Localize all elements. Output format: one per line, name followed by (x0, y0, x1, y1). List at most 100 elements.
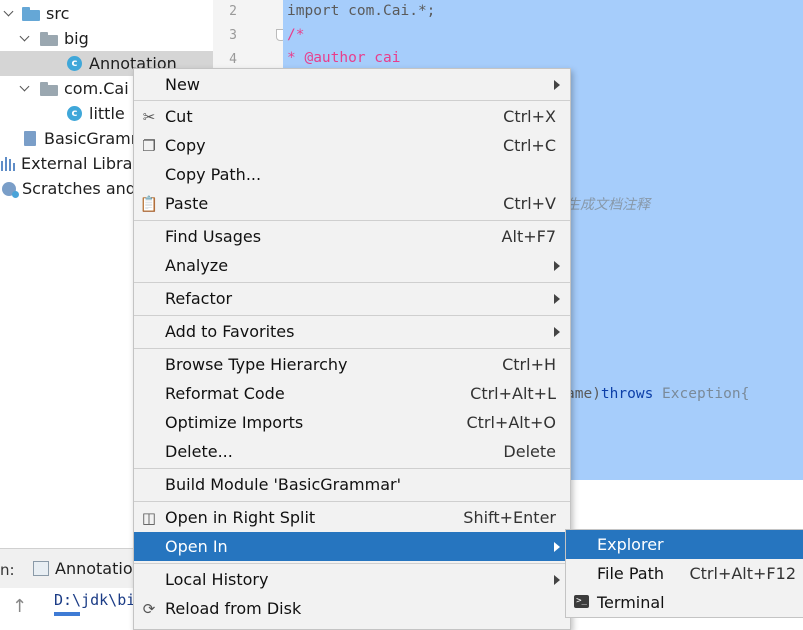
chevron-down-icon[interactable] (4, 8, 16, 20)
code-throws-keyword: throws (600, 386, 654, 402)
menu-item-label: Local History (165, 570, 269, 589)
submenu-item-file-path[interactable]: File Path Ctrl+Alt+F12 (566, 559, 803, 588)
run-label: n: (0, 561, 15, 579)
code-doc-comment: 生成文档注释 (566, 197, 650, 213)
menu-item-label: Refactor (165, 289, 233, 308)
menu-separator (134, 348, 570, 349)
tree-item-label: src (46, 4, 70, 23)
menu-item-copy-path[interactable]: Copy Path... (134, 160, 570, 189)
submenu-arrow-icon (554, 575, 560, 585)
console-output: D:\jdk\bi (54, 591, 136, 609)
menu-item-delete[interactable]: Delete... Delete (134, 437, 570, 466)
submenu-item-explorer[interactable]: Explorer (566, 530, 803, 559)
tree-item-label: External Librari (21, 154, 144, 173)
menu-item-shortcut: Ctrl+X (503, 107, 556, 126)
submenu-item-terminal[interactable]: >_ Terminal (566, 588, 803, 617)
line-number: 3 (229, 28, 237, 43)
menu-item-shortcut: Ctrl+C (502, 136, 556, 155)
menu-item-reformat-code[interactable]: Reformat Code Ctrl+Alt+L (134, 379, 570, 408)
menu-item-label: Build Module 'BasicGrammar' (165, 475, 402, 494)
code-method-signature: ame)throws Exception{ (566, 386, 749, 402)
code-comment-open: /* (287, 27, 305, 43)
menu-item-label: Paste (165, 194, 209, 213)
menu-item-label: Cut (165, 107, 193, 126)
module-file-icon (24, 131, 36, 146)
menu-item-label: New (165, 75, 200, 94)
submenu-arrow-icon (554, 327, 560, 337)
menu-separator (134, 220, 570, 221)
menu-item-label: Browse Type Hierarchy (165, 355, 348, 374)
menu-item-shortcut: Ctrl+Alt+L (470, 384, 556, 403)
chevron-down-icon[interactable] (20, 83, 32, 95)
menu-item-find-usages[interactable]: Find Usages Alt+F7 (134, 222, 570, 251)
code-exception-type: Exception{ (653, 386, 750, 402)
package-folder-icon (40, 81, 58, 96)
menu-item-label: Open In (165, 537, 228, 556)
menu-separator (134, 315, 570, 316)
menu-item-add-to-favorites[interactable]: Add to Favorites (134, 317, 570, 346)
scroll-up-icon[interactable]: ↑ (12, 596, 27, 617)
menu-item-open-in-right-split[interactable]: ◫ Open in Right Split Shift+Enter (134, 503, 570, 532)
menu-item-shortcut: Ctrl+Alt+F12 (689, 564, 796, 583)
tree-item-src[interactable]: src (0, 1, 213, 26)
menu-item-label: Delete... (165, 442, 233, 461)
menu-item-shortcut: Shift+Enter (463, 508, 556, 527)
menu-item-open-in[interactable]: Open In (134, 532, 570, 561)
java-class-icon: c (67, 56, 82, 71)
menu-item-label: File Path (597, 564, 665, 583)
menu-item-paste[interactable]: 📋 Paste Ctrl+V (134, 189, 570, 218)
tree-item-big[interactable]: big (0, 26, 213, 51)
menu-item-label: Analyze (165, 256, 229, 275)
source-folder-icon (22, 6, 40, 21)
run-config-icon (33, 561, 49, 576)
menu-item-shortcut: Ctrl+V (503, 194, 556, 213)
menu-separator (134, 563, 570, 564)
run-tab-annotation[interactable]: Annotation (33, 559, 143, 578)
menu-item-build-module[interactable]: Build Module 'BasicGrammar' (134, 470, 570, 499)
menu-item-cut[interactable]: ✂ Cut Ctrl+X (134, 102, 570, 131)
code-param-fragment: ame) (566, 386, 601, 402)
scratches-icon (2, 181, 19, 198)
menu-item-label: Optimize Imports (165, 413, 304, 432)
submenu-arrow-icon (554, 261, 560, 271)
menu-item-label: Reformat Code (165, 384, 285, 403)
submenu-arrow-icon (554, 542, 560, 552)
menu-item-copy[interactable]: ❐ Copy Ctrl+C (134, 131, 570, 160)
code-import-line: import com.Cai.*; (287, 3, 436, 19)
menu-item-optimize-imports[interactable]: Optimize Imports Ctrl+Alt+O (134, 408, 570, 437)
context-menu: New ✂ Cut Ctrl+X ❐ Copy Ctrl+C Copy Path… (133, 68, 571, 630)
scissors-icon: ✂ (142, 108, 156, 126)
menu-item-label: Add to Favorites (165, 322, 295, 341)
package-folder-icon (40, 31, 58, 46)
menu-item-local-history[interactable]: Local History (134, 565, 570, 594)
line-number: 2 (229, 4, 237, 19)
code-author-line: * @author cai (287, 50, 401, 66)
menu-item-refactor[interactable]: Refactor (134, 284, 570, 313)
console-link-underline (54, 612, 80, 616)
menu-separator (134, 468, 570, 469)
submenu-arrow-icon (554, 294, 560, 304)
java-class-icon: c (67, 106, 82, 121)
menu-item-browse-type-hierarchy[interactable]: Browse Type Hierarchy Ctrl+H (134, 350, 570, 379)
menu-item-shortcut: Delete (503, 442, 556, 461)
open-in-submenu: Explorer File Path Ctrl+Alt+F12 >_ Termi… (565, 529, 803, 618)
line-number: 4 (229, 52, 237, 67)
menu-item-label: Terminal (597, 593, 665, 612)
menu-item-analyze[interactable]: Analyze (134, 251, 570, 280)
menu-item-shortcut: Ctrl+H (502, 355, 556, 374)
tree-item-label: big (64, 29, 89, 48)
tree-item-label: little (89, 104, 125, 123)
chevron-down-icon[interactable] (20, 33, 32, 45)
submenu-arrow-icon (554, 80, 560, 90)
terminal-icon: >_ (574, 595, 589, 608)
menu-item-label: Reload from Disk (165, 599, 302, 618)
tree-item-label: BasicGramm (44, 129, 147, 148)
library-icon (1, 156, 15, 171)
menu-item-label: Find Usages (165, 227, 262, 246)
menu-item-label: Explorer (597, 535, 664, 554)
menu-item-reload-from-disk[interactable]: ⟳ Reload from Disk (134, 594, 570, 623)
run-tab-label: Annotation (55, 559, 143, 578)
menu-item-new[interactable]: New (134, 70, 570, 99)
menu-separator (134, 501, 570, 502)
menu-item-shortcut: Ctrl+Alt+O (466, 413, 556, 432)
